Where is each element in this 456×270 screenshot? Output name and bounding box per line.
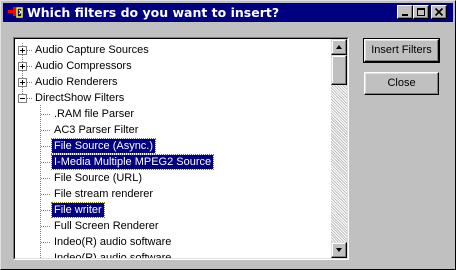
tree-item-label: AC3 Parser Filter [54, 124, 139, 136]
tree-item-label: File Source (Async.) [50, 138, 157, 154]
tree-item-file-source-url[interactable]: File Source (URL) [52, 170, 144, 186]
close-button[interactable]: Close [364, 72, 439, 95]
insert-filters-button[interactable]: Insert Filters [363, 38, 440, 63]
tree-item-label: Indeo(R) audio software [54, 252, 172, 259]
close-button-titlebar[interactable] [431, 5, 447, 19]
tree-item-indeo-audio-software-2[interactable]: Indeo(R) audio software [52, 250, 173, 259]
collapse-minus-icon[interactable] [18, 94, 27, 103]
filter-list-frame: Audio Capture Sources Audio Compressors … [13, 37, 349, 260]
tree-item-file-writer[interactable]: File writer [51, 202, 105, 218]
scroll-down-button[interactable] [331, 242, 347, 258]
arrow-up-icon [336, 45, 342, 49]
vertical-scrollbar[interactable] [331, 39, 347, 258]
tree-item-directshow-filters[interactable]: DirectShow Filters [33, 90, 126, 106]
expand-plus-icon[interactable] [18, 78, 27, 87]
tree-item-label: Indeo(R) audio software [54, 236, 172, 248]
filter-tree[interactable]: Audio Capture Sources Audio Compressors … [14, 38, 348, 259]
tree-item-label: .RAM file Parser [54, 108, 135, 120]
scroll-thumb[interactable] [331, 55, 347, 85]
tree-item-full-screen-renderer[interactable]: Full Screen Renderer [52, 218, 161, 234]
maximize-icon [417, 8, 425, 16]
tree-item-ram-file-parser[interactable]: .RAM file Parser [52, 106, 136, 122]
tree-item-file-stream-renderer[interactable]: File stream renderer [52, 186, 155, 202]
window-title: Which filters do you want to insert? [27, 5, 280, 20]
tree-item-audio-compressors[interactable]: Audio Compressors [33, 58, 134, 74]
tree-item-label: File Source (URL) [54, 172, 143, 184]
tree-item-imedia-mpeg2-source[interactable]: I-Media Multiple MPEG2 Source [50, 154, 215, 170]
tree-item-label: Full Screen Renderer [54, 220, 159, 232]
minimize-icon [402, 14, 408, 16]
tree-item-audio-renderers[interactable]: Audio Renderers [33, 74, 120, 90]
tree-item-audio-capture-sources[interactable]: Audio Capture Sources [33, 42, 151, 58]
tree-item-label: File writer [51, 202, 105, 218]
maximize-button[interactable] [413, 5, 429, 19]
tree-item-label: DirectShow Filters [35, 92, 125, 104]
graphedit-app-icon [7, 4, 24, 21]
close-icon [434, 7, 444, 17]
expand-plus-icon[interactable] [18, 62, 27, 71]
arrow-down-icon [336, 248, 342, 252]
tree-item-file-source-async[interactable]: File Source (Async.) [50, 138, 157, 154]
dialog-window: Which filters do you want to insert? Aud… [0, 0, 456, 270]
tree-item-label: File stream renderer [54, 188, 154, 200]
tree-item-indeo-audio-software[interactable]: Indeo(R) audio software [52, 234, 173, 250]
tree-item-label: Audio Renderers [35, 76, 118, 88]
minimize-button[interactable] [397, 5, 413, 19]
tree-item-label: Audio Capture Sources [35, 44, 149, 56]
title-bar[interactable]: Which filters do you want to insert? [3, 3, 453, 22]
scroll-up-button[interactable] [331, 39, 347, 55]
tree-item-ac3-parser-filter[interactable]: AC3 Parser Filter [52, 122, 140, 138]
tree-item-label: I-Media Multiple MPEG2 Source [50, 154, 215, 170]
tree-item-label: Audio Compressors [35, 60, 132, 72]
expand-plus-icon[interactable] [18, 46, 27, 55]
